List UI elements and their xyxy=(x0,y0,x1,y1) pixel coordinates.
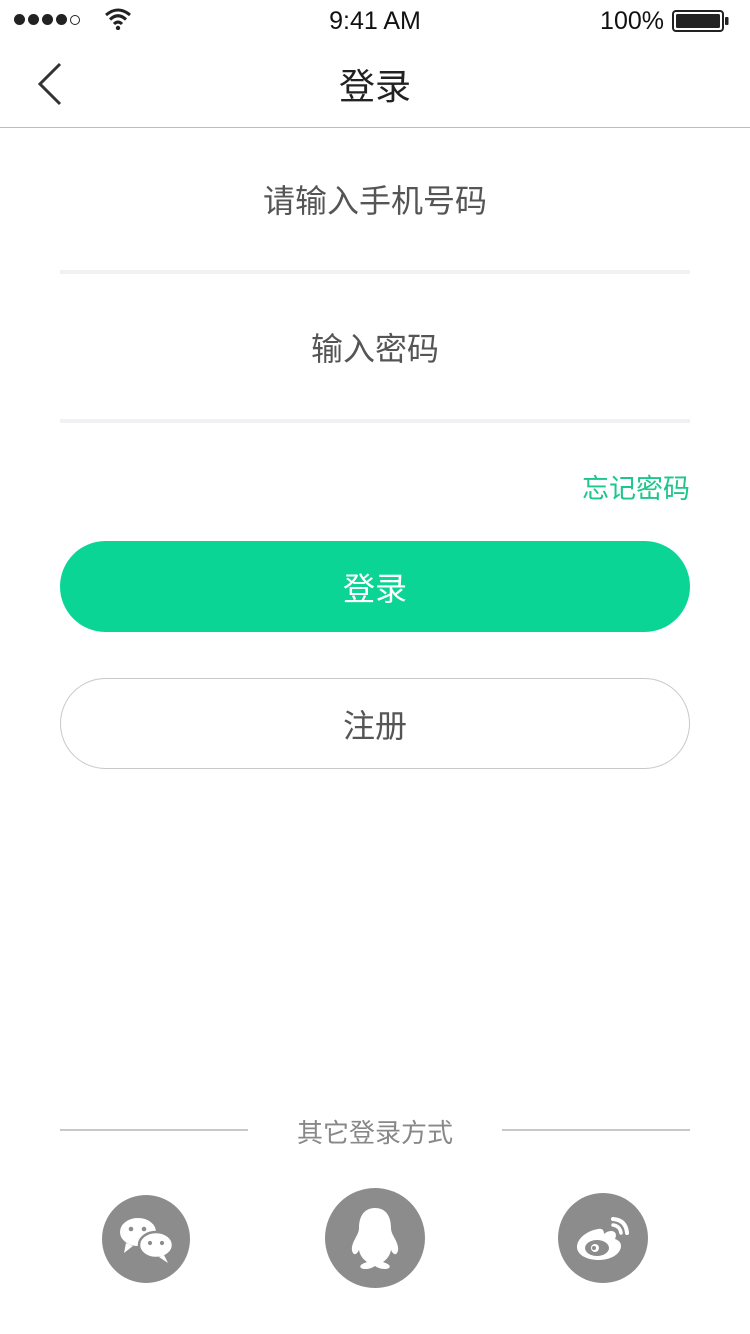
other-login-divider-right xyxy=(502,1129,690,1131)
status-bar: 9:41 AM 100% xyxy=(0,0,750,40)
password-field[interactable] xyxy=(60,294,690,404)
navigation-bar: 登录 xyxy=(0,40,750,128)
page-title: 登录 xyxy=(338,67,411,108)
login-button[interactable]: 登录 xyxy=(60,541,690,632)
phone-field[interactable] xyxy=(60,146,690,256)
password-divider xyxy=(60,419,690,423)
battery-percent: 100% xyxy=(600,7,664,35)
battery-full-icon xyxy=(672,10,729,32)
qq-login-button[interactable] xyxy=(325,1188,425,1288)
qq-icon xyxy=(351,1208,399,1270)
password-input[interactable] xyxy=(60,329,690,369)
phone-input[interactable] xyxy=(60,181,690,221)
wechat-icon xyxy=(118,1216,175,1263)
register-button[interactable]: 注册 xyxy=(60,678,690,769)
weibo-icon xyxy=(577,1217,629,1260)
other-login-label: 其它登录方式 xyxy=(296,1119,453,1149)
phone-divider xyxy=(60,270,690,274)
wechat-login-button[interactable] xyxy=(102,1195,190,1283)
weibo-login-button[interactable] xyxy=(558,1193,648,1283)
forgot-password-link[interactable]: 忘记密码 xyxy=(582,467,690,506)
